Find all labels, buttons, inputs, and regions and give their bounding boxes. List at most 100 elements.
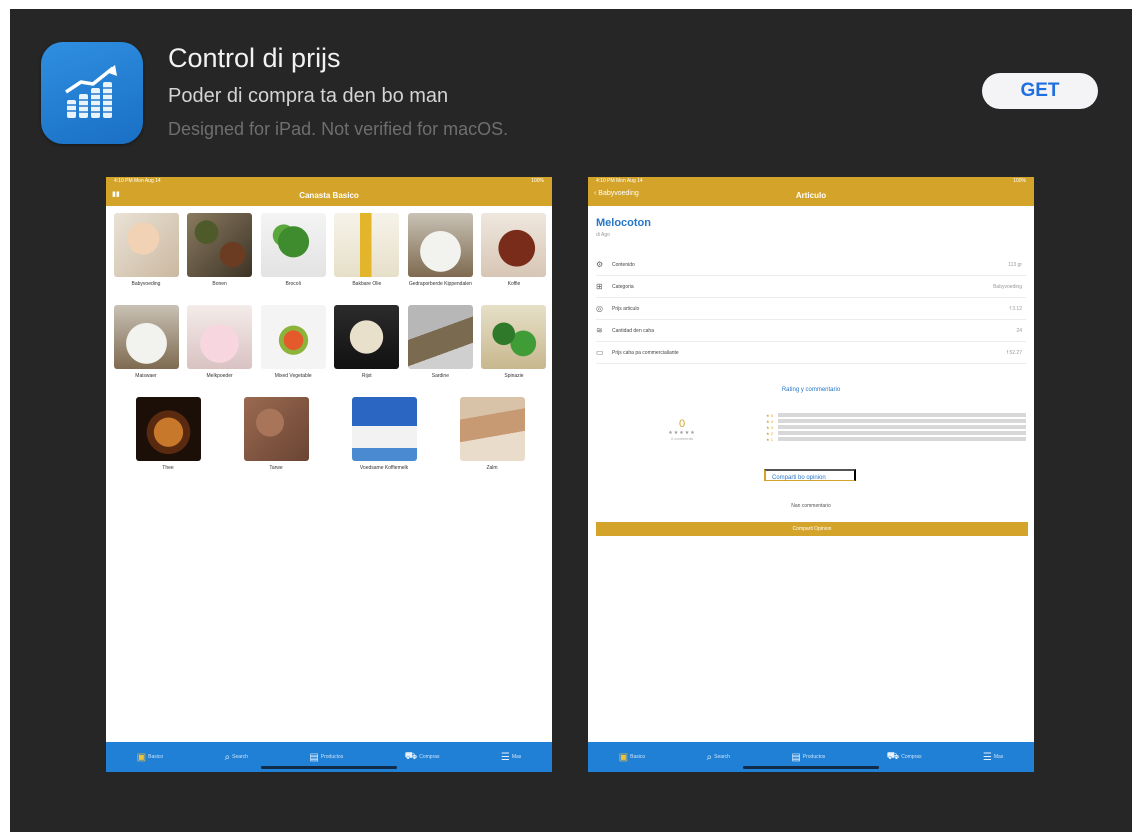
product-image	[135, 397, 201, 461]
tab-mas[interactable]: ☰ Mas	[501, 752, 521, 763]
product-tile[interactable]: Thee	[134, 397, 202, 485]
product-label: Rijst	[361, 373, 372, 379]
document-icon: ▤	[791, 751, 801, 763]
info-row-prijs: ◎ Prijs articulo f 3.12	[596, 298, 1026, 320]
tab-mas[interactable]: ☰ Mas	[983, 752, 1003, 763]
app-store-panel: Control di prijs Poder di compra ta den …	[10, 9, 1132, 832]
product-image	[243, 397, 309, 461]
product-tile[interactable]: Gedraporberde Kippendalen	[406, 213, 474, 301]
tab-basico[interactable]: ▣ Basico	[619, 752, 645, 763]
compatibility-note: Designed for iPad. Not verified for macO…	[168, 119, 509, 139]
bar-track	[778, 419, 1026, 423]
product-image	[187, 305, 253, 369]
status-battery: 100%	[1013, 178, 1026, 184]
product-label: Sardine	[431, 373, 449, 379]
status-bar: 4:10 PM Mon Aug 14 100%	[588, 177, 1034, 185]
screenshot-article[interactable]: 4:10 PM Mon Aug 14 100% ‹ Babyvoeding Ar…	[588, 177, 1034, 772]
nav-bar: ▮▮ Canasta Basico	[106, 185, 552, 206]
info-value: f 3.12	[1009, 305, 1022, 312]
product-tile[interactable]: Rijst	[333, 305, 401, 393]
product-label: Tarwe	[269, 465, 283, 471]
cart-icon: ⛟	[886, 750, 900, 762]
info-row-prijs-caha: ▭ Prijs caha pa commercialiante f 52.27	[596, 342, 1026, 364]
tab-label: Mas	[993, 754, 1004, 760]
product-tile[interactable]: Voedsame Koffiemelk	[350, 397, 418, 485]
status-time: 4:10 PM Mon Aug 14	[596, 178, 643, 184]
product-label: Bakbare Olie	[352, 281, 382, 287]
tab-label: Compras	[901, 754, 922, 760]
get-button[interactable]: GET	[982, 73, 1098, 109]
product-tile[interactable]: Mixed Vegetable	[259, 305, 327, 393]
info-row-cantidad: ≋ Cantidad den caha 24	[596, 320, 1026, 342]
product-image	[351, 397, 417, 461]
article-subtitle: di Ago	[596, 232, 610, 238]
tab-productos[interactable]: ▤ Productos	[309, 752, 343, 763]
product-image	[113, 305, 179, 369]
screenshot-basket[interactable]: 4:10 PM Mon Aug 14 100% ▮▮ Canasta Basic…	[106, 177, 552, 772]
bar-track	[778, 425, 1026, 429]
bar-track	[778, 437, 1026, 441]
info-row-categoria: ⊞ Categoria Babyvoeding	[596, 276, 1026, 298]
back-label: Babyvoeding	[598, 190, 639, 197]
product-label: Thee	[162, 465, 174, 471]
product-image	[407, 213, 473, 277]
product-image	[481, 213, 547, 277]
tab-label: Compras	[419, 754, 440, 760]
app-subtitle: Poder di compra ta den bo man	[168, 85, 449, 107]
product-tile[interactable]: Tarwe	[242, 397, 310, 485]
tab-compras[interactable]: ⛟ Compras	[405, 751, 440, 764]
info-value: f 52.27	[1006, 349, 1022, 356]
basket-icon: ▣	[618, 751, 629, 763]
share-opinion-button[interactable]: Comparti bo opinion	[764, 469, 856, 481]
bar-label: ★ 1	[766, 436, 773, 442]
info-row-contenido: ⚙ Contenido 113 gr	[596, 254, 1026, 276]
comment-placeholder[interactable]: Nan commentario	[588, 503, 1034, 509]
product-tile[interactable]: Spinazie	[480, 305, 548, 393]
product-label: Bonen	[212, 281, 227, 287]
tab-search[interactable]: ⌕ Search	[225, 752, 248, 763]
product-grid: Babyvoeding Bonen Brocoli Bakbare Olie Gedra…	[112, 213, 548, 489]
product-tile[interactable]: Babyvoeding	[112, 213, 180, 301]
info-value: 113 gr	[1008, 261, 1022, 268]
tab-compras[interactable]: ⛟ Compras	[887, 751, 922, 764]
cart-icon: ⛟	[404, 750, 418, 762]
tab-productos[interactable]: ▤ Productos	[791, 752, 825, 763]
product-image	[334, 305, 400, 369]
info-value: 24	[1016, 327, 1022, 334]
tab-label: Basico	[630, 754, 646, 760]
comment-count: 0 comments	[671, 436, 693, 441]
bar-label: ★ 2	[766, 430, 773, 436]
product-tile[interactable]: Zalm	[458, 397, 526, 485]
bar-label: ★ 5	[766, 412, 773, 418]
product-tile[interactable]: Bonen	[186, 213, 254, 301]
product-image	[187, 213, 253, 277]
submit-opinion-button[interactable]: Comparti Opinion	[596, 522, 1028, 536]
menu-icon: ☰	[982, 751, 992, 763]
product-tile[interactable]: Sardine	[406, 305, 474, 393]
tab-label: Productos	[802, 754, 826, 760]
product-label: Mixed Vegetable	[274, 373, 312, 379]
info-label: Cantidad den caha	[612, 327, 654, 334]
product-tile[interactable]: Bakbare Olie	[333, 213, 401, 301]
product-image	[407, 305, 473, 369]
tab-search[interactable]: ⌕ Search	[707, 752, 730, 763]
bar-track	[778, 413, 1026, 417]
product-tile[interactable]: Melkpoeder	[186, 305, 254, 393]
tag-icon: ⊞	[596, 282, 603, 291]
product-row: Babyvoeding Bonen Brocoli Bakbare Olie Gedra…	[112, 213, 548, 301]
tab-label: Search	[232, 754, 248, 760]
search-icon: ⌕	[224, 751, 231, 763]
status-bar: 4:10 PM Mon Aug 14 100%	[106, 177, 552, 185]
box-icon: ⚙	[596, 260, 604, 269]
tab-basico[interactable]: ▣ Basico	[137, 752, 163, 763]
product-tile[interactable]: Koffie	[480, 213, 548, 301]
product-image	[113, 213, 179, 277]
back-button[interactable]: ‹ Babyvoeding	[594, 190, 639, 197]
rating-bar: ★ 1	[766, 436, 1026, 442]
chart-icon[interactable]: ▮▮	[112, 190, 120, 198]
rating-title: Rating y commentario	[781, 387, 841, 393]
product-image	[334, 213, 400, 277]
quantity-icon: ≋	[596, 326, 603, 335]
product-tile[interactable]: Maiswaer	[112, 305, 180, 393]
product-tile[interactable]: Brocoli	[259, 213, 327, 301]
